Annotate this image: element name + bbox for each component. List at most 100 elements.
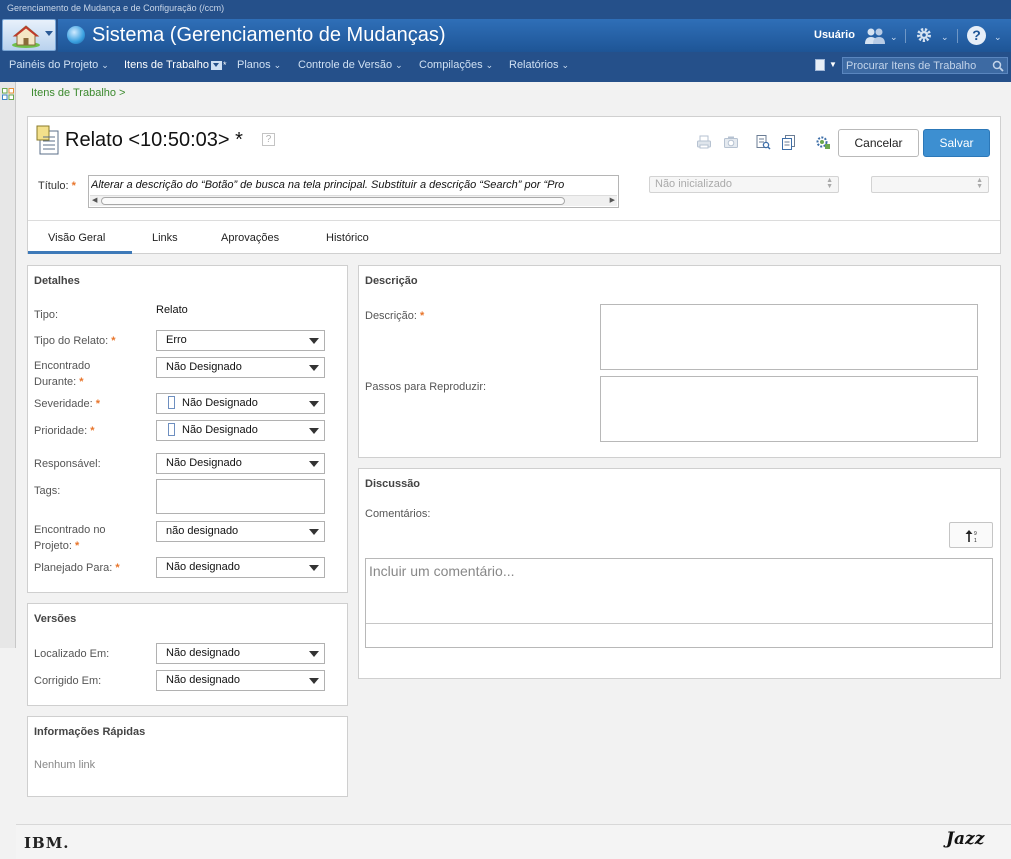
tab-bar: Visão Geral Links Aprovações Histórico (28, 220, 1000, 254)
tab-overview[interactable]: Visão Geral (48, 232, 105, 244)
steps-editor[interactable] (600, 376, 978, 442)
users-icon[interactable] (864, 27, 886, 45)
nav-reports[interactable]: Relatórios ⌄ (509, 59, 569, 71)
dashboard-grid-icon[interactable] (2, 88, 14, 100)
severity-label: Severidade: * (34, 398, 101, 410)
required-marker: * (111, 335, 116, 347)
panel-title: Discussão (365, 478, 421, 490)
search-icon[interactable] (992, 60, 1004, 72)
save-button[interactable]: Salvar (923, 129, 990, 157)
help-icon[interactable]: ? (262, 133, 275, 146)
app-header: Sistema (Gerenciamento de Mudanças) Usuá… (58, 19, 1011, 52)
steps-label: Passos para Reproduzir: (365, 381, 487, 393)
nav-plans[interactable]: Planos ⌄ (237, 59, 281, 71)
dropdown-arrow-icon (309, 565, 319, 571)
scroll-left-icon[interactable]: ◀ (92, 196, 97, 204)
breadcrumb[interactable]: Itens de Trabalho > (31, 87, 125, 99)
tab-approvals[interactable]: Aprovações (221, 232, 279, 244)
dropdown-arrow-icon (309, 651, 319, 657)
tab-links[interactable]: Links (152, 232, 178, 244)
gear-icon[interactable] (915, 26, 933, 44)
found-in-select[interactable]: Não designado (156, 643, 325, 664)
chevron-down-icon: ⌄ (485, 60, 494, 70)
priority-swatch-icon (168, 422, 175, 436)
cancel-button[interactable]: Cancelar (838, 129, 919, 157)
search-box (842, 57, 1008, 74)
feed-icon[interactable] (815, 59, 825, 71)
quick-info-panel: Informações Rápidas Nenhum link (27, 716, 348, 797)
description-panel: Descrição Descrição: * Passos para Repro… (358, 265, 1001, 458)
planned-for-label: Planejado Para: * (34, 562, 120, 574)
comment-box (365, 558, 993, 648)
title-value[interactable]: Alterar a descrição do “Botão” de busca … (91, 179, 615, 191)
description-editor[interactable] (600, 304, 978, 370)
owner-select[interactable]: Não Designado (156, 453, 325, 474)
nav-project-dashboards[interactable]: Painéis do Projeto ⌄ (9, 59, 109, 71)
caret-down-icon[interactable]: ▼ (829, 60, 837, 69)
chevron-down-icon (45, 31, 53, 36)
report-type-select[interactable]: Erro (156, 330, 325, 351)
work-item-header: Relato <10:50:03> * ? Cancelar Salvar Tí… (27, 116, 1001, 254)
panel-title: Descrição (365, 275, 418, 287)
chevron-down-icon[interactable]: ⌄ (994, 32, 1002, 43)
svg-text:9: 9 (974, 531, 977, 537)
chevron-down-icon: ⌄ (273, 60, 282, 70)
fixed-in-select[interactable]: Não designado (156, 670, 325, 691)
dropdown-arrow-icon (309, 428, 319, 434)
severity-swatch-icon (168, 395, 175, 409)
help-icon[interactable]: ? (967, 26, 986, 45)
sort-comments-button[interactable]: 9 1 (949, 522, 993, 548)
nav-builds[interactable]: Compilações ⌄ (419, 59, 493, 71)
print-icon[interactable] (696, 134, 712, 150)
horizontal-scrollbar[interactable]: ◀ ▶ (90, 195, 617, 206)
state-select[interactable]: Não inicializado ▲ ▼ (649, 176, 839, 193)
nav-work-items[interactable]: Itens de Trabalho * (124, 59, 227, 71)
footer: IBM. Jazz (16, 824, 1011, 859)
severity-select[interactable]: Não Designado (156, 393, 325, 414)
scrollbar-thumb[interactable] (101, 197, 565, 205)
dropdown-arrow-icon[interactable] (211, 60, 223, 70)
user-menu-label[interactable]: Usuário (814, 29, 855, 41)
found-during-select[interactable]: Não Designado (156, 357, 325, 378)
discussion-panel: Discussão Comentários: 9 1 (358, 468, 1001, 679)
resolution-select[interactable]: ▲ ▼ (871, 176, 989, 193)
camera-icon[interactable] (723, 134, 739, 150)
planned-for-select[interactable]: Não designado (156, 557, 325, 578)
svg-text:1: 1 (974, 538, 977, 543)
chevron-down-icon: * (223, 60, 227, 70)
tab-history[interactable]: Histórico (326, 232, 369, 244)
required-marker: * (95, 398, 101, 410)
tags-input[interactable] (156, 479, 325, 514)
comment-input[interactable] (366, 559, 992, 623)
chevron-down-icon[interactable]: ⌄ (941, 32, 949, 43)
report-type-label: Tipo do Relato: * (34, 335, 116, 347)
priority-select[interactable]: Não Designado (156, 420, 325, 441)
chevron-down-icon[interactable]: ⌄ (890, 32, 898, 43)
app-title: Sistema (Gerenciamento de Mudanças) (92, 24, 446, 46)
top-banner: Gerenciamento de Mudança e de Configuraç… (0, 0, 1011, 82)
globe-icon (67, 26, 85, 44)
title-field[interactable]: Alterar a descrição do “Botão” de busca … (88, 175, 619, 208)
found-in-project-label: Encontrado no Projeto: * (34, 524, 106, 552)
chevron-down-icon: ⌄ (395, 60, 403, 70)
spinner-arrows-icon: ▲ ▼ (826, 177, 833, 190)
owner-label: Responsável: (34, 458, 101, 470)
left-rail (0, 82, 16, 648)
details-panel: Detalhes Tipo: Relato Tipo do Relato: * … (27, 265, 348, 593)
search-input[interactable] (846, 59, 986, 72)
required-marker: * (79, 376, 84, 388)
divider (905, 29, 906, 43)
find-document-icon[interactable] (755, 134, 771, 150)
description-label: Descrição: * (365, 310, 425, 322)
dropdown-arrow-icon (309, 401, 319, 407)
settings-icon[interactable] (815, 134, 831, 150)
tags-label: Tags: (34, 485, 61, 497)
scroll-right-icon[interactable]: ▶ (610, 196, 615, 204)
home-menu-button[interactable] (2, 19, 56, 51)
nav-source-control[interactable]: Controle de Versão ⌄ (298, 59, 403, 71)
panel-title: Versões (34, 613, 77, 625)
panel-title: Informações Rápidas (34, 726, 146, 738)
found-in-project-select[interactable]: não designado (156, 521, 325, 542)
found-during-label: Encontrado Durante: * (34, 360, 91, 388)
copy-icon[interactable] (781, 134, 797, 150)
